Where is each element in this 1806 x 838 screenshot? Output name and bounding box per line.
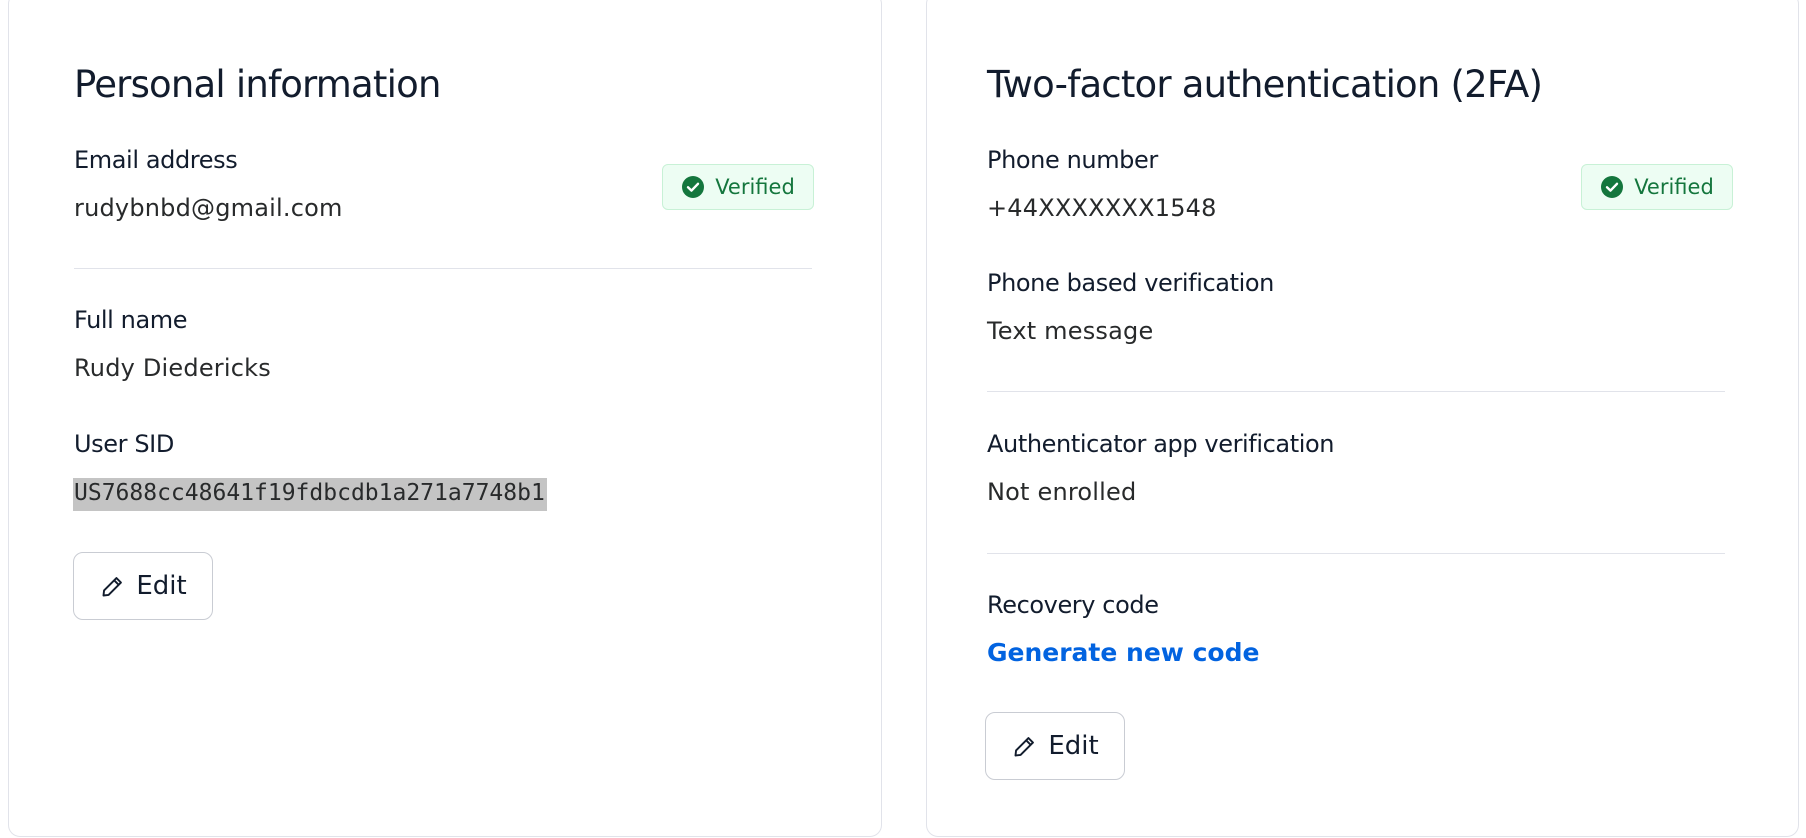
verified-badge-label: Verified <box>715 175 795 199</box>
edit-button-label: Edit <box>136 571 187 601</box>
check-circle-icon <box>1600 175 1624 199</box>
email-address-label: Email address <box>74 146 238 174</box>
edit-button-label: Edit <box>1048 731 1099 761</box>
divider <box>987 391 1725 392</box>
personal-information-card: Personal information Email address rudyb… <box>8 0 882 837</box>
pencil-icon <box>1011 733 1038 760</box>
pencil-icon <box>99 573 126 600</box>
two-factor-authentication-card: Two-factor authentication (2FA) Phone nu… <box>926 0 1799 837</box>
full-name-label: Full name <box>74 306 188 334</box>
verified-badge-label: Verified <box>1634 175 1714 199</box>
phone-verification-label: Phone based verification <box>987 269 1274 297</box>
phone-verification-value: Text message <box>987 317 1154 345</box>
check-circle-icon <box>681 175 705 199</box>
divider <box>74 268 812 269</box>
recovery-code-label: Recovery code <box>987 591 1159 619</box>
authenticator-label: Authenticator app verification <box>987 430 1335 458</box>
phone-number-value: +44XXXXXXX1548 <box>987 194 1217 222</box>
user-sid-value[interactable]: US7688cc48641f19fdbcdb1a271a7748b1 <box>73 478 547 511</box>
twofa-edit-button[interactable]: Edit <box>985 712 1125 780</box>
generate-new-code-link[interactable]: Generate new code <box>987 638 1259 667</box>
full-name-value: Rudy Diedericks <box>74 354 271 382</box>
user-sid-label: User SID <box>74 430 174 458</box>
email-address-value: rudybnbd@gmail.com <box>74 194 343 222</box>
authenticator-value: Not enrolled <box>987 478 1137 506</box>
personal-edit-button[interactable]: Edit <box>73 552 213 620</box>
two-factor-title: Two-factor authentication (2FA) <box>987 63 1543 106</box>
phone-verified-badge: Verified <box>1581 164 1733 210</box>
email-verified-badge: Verified <box>662 164 814 210</box>
personal-information-title: Personal information <box>74 63 441 106</box>
divider <box>987 553 1725 554</box>
phone-number-label: Phone number <box>987 146 1158 174</box>
